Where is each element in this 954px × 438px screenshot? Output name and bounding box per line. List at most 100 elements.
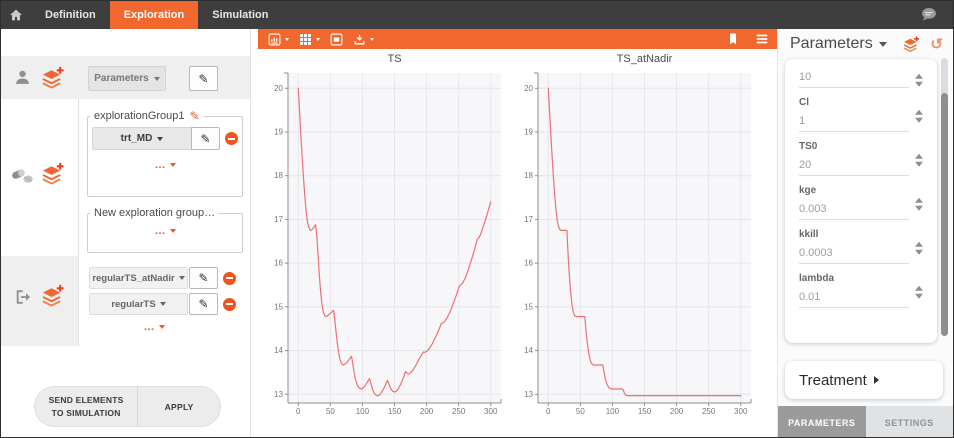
svg-text:200: 200: [670, 407, 684, 416]
edit-output-button[interactable]: ✎: [189, 267, 218, 289]
chart-panel-ts: TS 1314151617181920050100150200250300: [263, 53, 511, 422]
add-parameters-icon[interactable]: [902, 35, 920, 53]
tab-settings[interactable]: SETTINGS: [866, 406, 954, 438]
parameters-card: 10 Cl 1 TS0 20 kge 0.003 kkill 0.0003: [785, 59, 937, 343]
tab-definition[interactable]: Definition: [31, 1, 110, 29]
pencil-icon: ✎: [200, 132, 210, 146]
spinner-up-icon[interactable]: [915, 241, 923, 246]
charts-row: TS 1314151617181920050100150200250300 TS…: [263, 53, 761, 422]
svg-text:100: 100: [356, 407, 370, 416]
tab-simulation[interactable]: Simulation: [198, 1, 282, 29]
output-more-dropdown[interactable]: …: [89, 321, 219, 333]
output-element-label: regularTS_atNadir: [92, 273, 174, 284]
svg-text:13: 13: [524, 390, 533, 399]
chart-title: TS_atNadir: [538, 53, 751, 69]
bookmark-icon[interactable]: [727, 32, 739, 46]
single-view-icon: [330, 33, 343, 46]
charts-toolbar: [258, 29, 779, 49]
output-element-dropdown[interactable]: regularTS: [89, 293, 188, 315]
pencil-icon: ✎: [198, 297, 208, 311]
svg-text:250: 250: [452, 407, 466, 416]
parameters-section-toggle[interactable]: Parameters: [790, 35, 887, 53]
rename-group-icon[interactable]: ✎: [190, 109, 200, 123]
chart-title: TS: [288, 53, 501, 69]
treatment-element-dropdown[interactable]: trt_MD: [92, 127, 191, 150]
single-view-button[interactable]: [330, 33, 343, 46]
remove-treatment-element-icon[interactable]: [225, 132, 238, 145]
edit-parameters-button[interactable]: ✎: [189, 66, 218, 91]
add-treatment-element-icon[interactable]: [40, 161, 65, 186]
parameter-field: 10: [799, 69, 923, 88]
more-dots: …: [155, 159, 166, 171]
send-elements-button[interactable]: SEND ELEMENTS TO SIMULATION: [35, 387, 138, 426]
spinner-up-icon[interactable]: [915, 153, 923, 158]
edit-output-button[interactable]: ✎: [189, 293, 218, 315]
remove-output-icon[interactable]: [223, 298, 236, 311]
exploration-group-title: explorationGroup1: [94, 110, 185, 122]
scrollbar-thumb[interactable]: [941, 93, 948, 336]
output-icon: [13, 287, 34, 307]
svg-text:150: 150: [638, 407, 652, 416]
spinner-down-icon[interactable]: [915, 249, 923, 254]
svg-text:19: 19: [524, 128, 533, 137]
parameters-dropdown[interactable]: Parameters: [88, 66, 166, 91]
add-output-element-icon[interactable]: [40, 283, 65, 308]
parameter-label: kkill: [799, 229, 923, 241]
export-menu[interactable]: [353, 33, 374, 46]
spinner-down-icon[interactable]: [915, 205, 923, 210]
svg-text:14: 14: [524, 346, 533, 355]
group-more-dropdown[interactable]: …: [88, 159, 242, 171]
parameter-input[interactable]: 0.0003: [799, 245, 909, 264]
exploration-sidebar: Parameters ✎ explorationGroup1 ✎: [1, 29, 251, 438]
spinner-down-icon[interactable]: [915, 293, 923, 298]
spinner-down-icon[interactable]: [915, 81, 923, 86]
svg-text:300: 300: [734, 407, 748, 416]
comment-icon[interactable]: [919, 6, 939, 24]
more-dots: …: [155, 225, 166, 237]
spinner-up-icon[interactable]: [915, 285, 923, 290]
svg-text:19: 19: [274, 128, 283, 137]
pencil-icon: ✎: [198, 72, 208, 86]
chevron-down-icon: [170, 229, 176, 233]
chart-grid-layout-menu[interactable]: [299, 33, 320, 46]
add-parameter-element-icon[interactable]: [40, 65, 65, 90]
apply-button[interactable]: APPLY: [138, 387, 220, 426]
parameter-field: lambda 0.01: [799, 273, 923, 308]
pills-icon: [10, 163, 36, 187]
edit-treatment-element-button[interactable]: ✎: [191, 127, 220, 150]
treatment-section-title: Treatment: [799, 372, 867, 389]
treatment-section-toggle[interactable]: Treatment: [785, 361, 943, 399]
person-icon: [13, 68, 32, 87]
svg-text:50: 50: [576, 407, 585, 416]
home-button[interactable]: [1, 1, 31, 29]
svg-text:15: 15: [524, 302, 533, 311]
spinner-down-icon[interactable]: [915, 117, 923, 122]
parameter-input[interactable]: 1: [799, 113, 909, 132]
parameter-field: kge 0.003: [799, 185, 923, 220]
reset-icon[interactable]: ↺: [930, 37, 943, 52]
svg-text:250: 250: [702, 407, 716, 416]
send-line-1: SEND ELEMENTS: [49, 394, 124, 407]
menu-icon[interactable]: [755, 33, 769, 45]
chevron-down-icon: [370, 38, 374, 41]
more-dots: …: [144, 321, 155, 333]
send-line-2: TO SIMULATION: [52, 407, 121, 420]
spinner-down-icon[interactable]: [915, 161, 923, 166]
remove-output-icon[interactable]: [223, 272, 236, 285]
parameter-input[interactable]: 20: [799, 157, 909, 176]
svg-text:150: 150: [388, 407, 402, 416]
spinner-up-icon[interactable]: [915, 197, 923, 202]
parameter-input[interactable]: 0.01: [799, 289, 909, 308]
svg-text:13: 13: [274, 390, 283, 399]
output-element-dropdown[interactable]: regularTS_atNadir: [89, 267, 188, 289]
tab-exploration[interactable]: Exploration: [110, 1, 199, 29]
spinner-up-icon[interactable]: [915, 73, 923, 78]
svg-text:16: 16: [274, 259, 283, 268]
spinner-up-icon[interactable]: [915, 109, 923, 114]
new-group-more-dropdown[interactable]: …: [88, 225, 242, 237]
chart-type-menu[interactable]: [268, 33, 289, 46]
parameter-input[interactable]: 0.003: [799, 201, 909, 220]
parameter-input[interactable]: 10: [799, 69, 909, 88]
parameters-dropdown-label: Parameters: [94, 73, 148, 84]
tab-parameters[interactable]: PARAMETERS: [778, 406, 866, 438]
